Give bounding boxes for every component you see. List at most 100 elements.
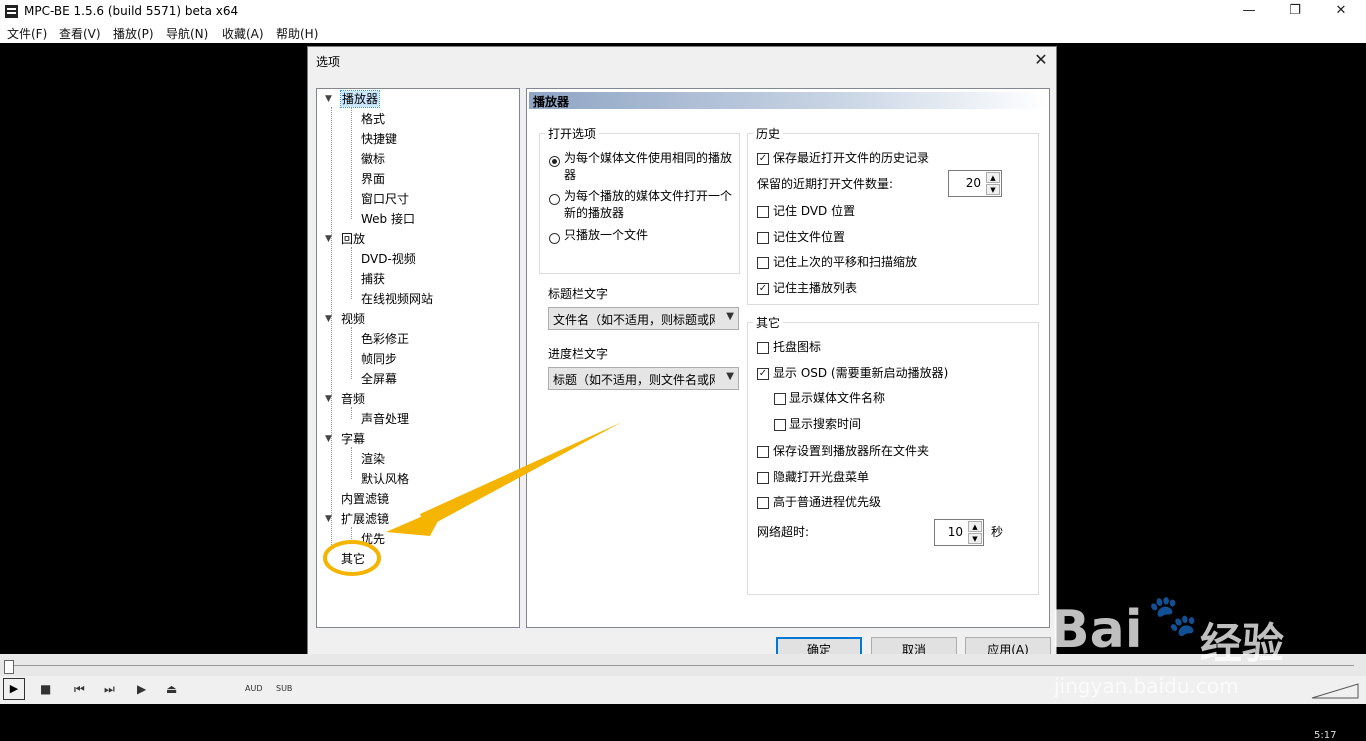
menu-favorites[interactable]: 收藏(A) [222,25,264,42]
checkbox-label: 托盘图标 [773,340,822,354]
checkbox-label: 保存设置到播放器所在文件夹 [773,444,930,458]
tree-item-window-size[interactable]: 窗口尺寸 [361,191,409,207]
audio-track-button[interactable]: AUD [245,684,263,693]
tree-item-logo[interactable]: 徽标 [361,151,385,167]
checkbox-show-filename[interactable] [774,393,786,405]
subtitle-track-button[interactable]: SUB [276,684,292,693]
menu-help[interactable]: 帮助(H) [276,25,318,42]
watermark: Bai 🐾 经验 jingyan.baidu.com [1050,590,1360,700]
checkbox-label: 保存最近打开文件的历史记录 [773,151,930,165]
tree-item-capture[interactable]: 捕获 [361,271,385,287]
radio-new-player[interactable] [549,194,560,205]
group-label: 历史 [753,125,784,142]
maximize-button[interactable]: ❐ [1272,0,1318,24]
checkbox-label: 显示 OSD (需要重新启动播放器) [773,366,949,380]
tree-connector [351,107,352,219]
checkbox-remember-dvd[interactable] [757,206,769,218]
window-title: MPC-BE 1.5.6 (build 5571) beta x64 [24,4,239,18]
annotation-overlay [323,422,622,576]
spin-down-icon[interactable]: ▼ [968,533,982,544]
tree-item-playback[interactable]: 回放 [341,231,365,247]
collapse-icon[interactable]: ▼ [325,391,332,407]
skip-back-icon[interactable]: ⏮ [74,682,85,697]
panel-header-title: 播放器 [533,95,570,109]
checkbox-show-osd[interactable]: ✓ [757,368,769,380]
menu-navigate[interactable]: 导航(N) [166,25,208,42]
watermark-url: jingyan.baidu.com [1054,674,1239,698]
radio-same-player[interactable] [549,156,560,167]
checkbox-label: 记住上次的平移和扫描缩放 [773,255,918,269]
checkbox-label: 隐藏打开光盘菜单 [773,470,870,484]
seekbar-text-select[interactable]: 标题（如不适用，则文件名或网 ▼ [548,367,739,390]
checkbox-tray-icon[interactable] [757,342,769,354]
recent-count-spinner[interactable]: 20 ▲ ▼ [948,170,1002,197]
checkbox-remember-playlist[interactable]: ✓ [757,283,769,295]
spin-up-icon[interactable]: ▲ [968,521,982,532]
collapse-icon[interactable]: ▼ [325,231,332,247]
tree-item-web-interface[interactable]: Web 接口 [361,211,415,227]
other-group: 其它 托盘图标 ✓ 显示 OSD (需要重新启动播放器) 显示媒体文件名称 显示… [747,314,1039,595]
annotation-arrow-shaft [420,422,622,528]
tree-item-hotkeys[interactable]: 快捷键 [361,131,397,147]
seek-handle[interactable] [4,660,14,674]
spin-down-icon[interactable]: ▼ [986,184,1000,195]
timeout-spinner[interactable]: 10 ▲ ▼ [934,519,984,546]
skip-forward-icon[interactable]: ⏭ [104,682,115,697]
stop-icon[interactable]: ■ [40,682,51,696]
tree-item-fullscreen[interactable]: 全屏幕 [361,371,397,387]
checkbox-show-seek-time[interactable] [774,419,786,431]
dialog-title: 选项 [316,55,341,69]
select-value: 文件名（如不适用，则标题或网 [553,313,715,327]
select-value: 标题（如不适用，则文件名或网 [553,373,715,387]
menu-file[interactable]: 文件(F) [7,25,47,42]
menu-play[interactable]: 播放(P) [113,25,154,42]
tree-item-dvd[interactable]: DVD-视频 [361,251,416,267]
titlebar-text-label: 标题栏文字 [548,287,609,301]
menu-bar: 文件(F) 查看(V) 播放(P) 导航(N) 收藏(A) 帮助(H) [0,24,1366,43]
checkbox-label: 记住文件位置 [773,230,846,244]
checkbox-save-settings[interactable] [757,446,769,458]
checkbox-hide-cdrom[interactable] [757,472,769,484]
panel-header: 播放器 [529,92,1047,109]
timeout-unit: 秒 [991,525,1004,539]
spinner-value: 20 [965,176,981,190]
collapse-icon[interactable]: ▼ [325,91,332,107]
open-options-group: 打开选项 为每个媒体文件使用相同的播放 器 为每个播放的媒体文件打开一个 新的播… [539,125,740,274]
checkbox-high-priority[interactable] [757,497,769,509]
spin-up-icon[interactable]: ▲ [986,172,1000,183]
frame-step-icon[interactable]: ▶ [137,682,146,696]
checkbox-remember-file[interactable] [757,232,769,244]
radio-single-file[interactable] [549,233,560,244]
eject-icon[interactable]: ⏏ [166,682,177,696]
checkbox-remember-pan[interactable] [757,257,769,269]
checkbox-save-recent[interactable]: ✓ [757,153,769,165]
status-bar: 5:17 [0,704,1366,741]
tree-connector [351,247,352,299]
checkbox-label: 显示媒体文件名称 [789,391,886,405]
radio-label: 新的播放器 [564,206,625,220]
titlebar-text-select[interactable]: 文件名（如不适用，则标题或网 ▼ [548,307,739,330]
close-button[interactable]: ✕ [1318,0,1364,24]
dialog-close-icon[interactable]: ✕ [1028,49,1054,71]
radio-label: 为每个播放的媒体文件打开一个 [564,189,733,203]
title-bar: MPC-BE 1.5.6 (build 5571) beta x64 — ❐ ✕ [0,0,1366,24]
tree-connector [351,327,352,379]
tree-item-formats[interactable]: 格式 [361,111,385,127]
tree-item-player[interactable]: 播放器 [339,90,381,108]
watermark-brand-cn: 经验 [1200,619,1285,668]
tree-item-color[interactable]: 色彩修正 [361,331,409,347]
menu-view[interactable]: 查看(V) [59,25,101,42]
checkbox-label: 高于普通进程优先级 [773,495,882,509]
tree-item-video[interactable]: 视频 [341,311,365,327]
tree-item-online-video[interactable]: 在线视频网站 [361,291,433,307]
tree-item-sync[interactable]: 帧同步 [361,351,397,367]
group-label: 打开选项 [545,125,600,142]
watermark-brand: Bai [1050,600,1143,660]
tree-item-interface[interactable]: 界面 [361,171,385,187]
timeout-label: 网络超时: [757,525,810,539]
annotation-arrow-head [386,506,446,536]
tree-item-audio[interactable]: 音频 [341,391,365,407]
collapse-icon[interactable]: ▼ [325,311,332,327]
minimize-button[interactable]: — [1226,0,1272,24]
play-icon[interactable]: ▶ [3,678,25,700]
